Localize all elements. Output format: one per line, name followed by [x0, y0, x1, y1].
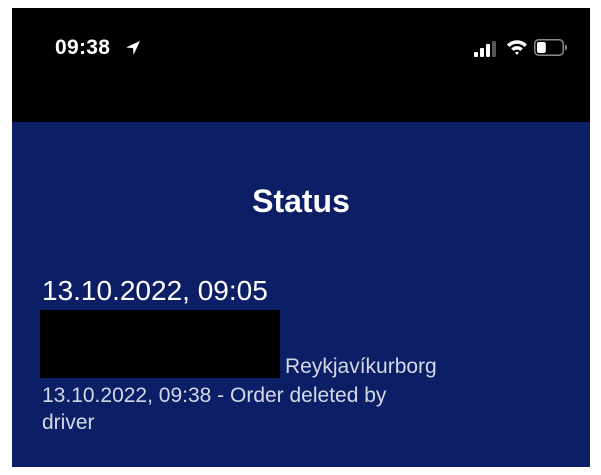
order-event: 13.10.2022, 09:38 - Order deleted by dri… — [42, 384, 387, 434]
cellular-signal-icon — [474, 41, 496, 57]
app-screen: 09:38 Status 13.10.2022, 09:05 Reykjavík… — [12, 8, 590, 467]
wifi-icon — [507, 40, 527, 55]
redacted-block — [40, 310, 280, 378]
status-bar: 09:38 — [12, 8, 590, 122]
location-arrow-icon — [126, 41, 140, 55]
page-title: Status — [252, 183, 350, 219]
order-location: Reykjavíkurborg — [285, 355, 437, 378]
battery-icon — [534, 39, 567, 56]
order-datetime: 13.10.2022, 09:05 — [42, 275, 268, 306]
status-time: 09:38 — [55, 36, 111, 59]
